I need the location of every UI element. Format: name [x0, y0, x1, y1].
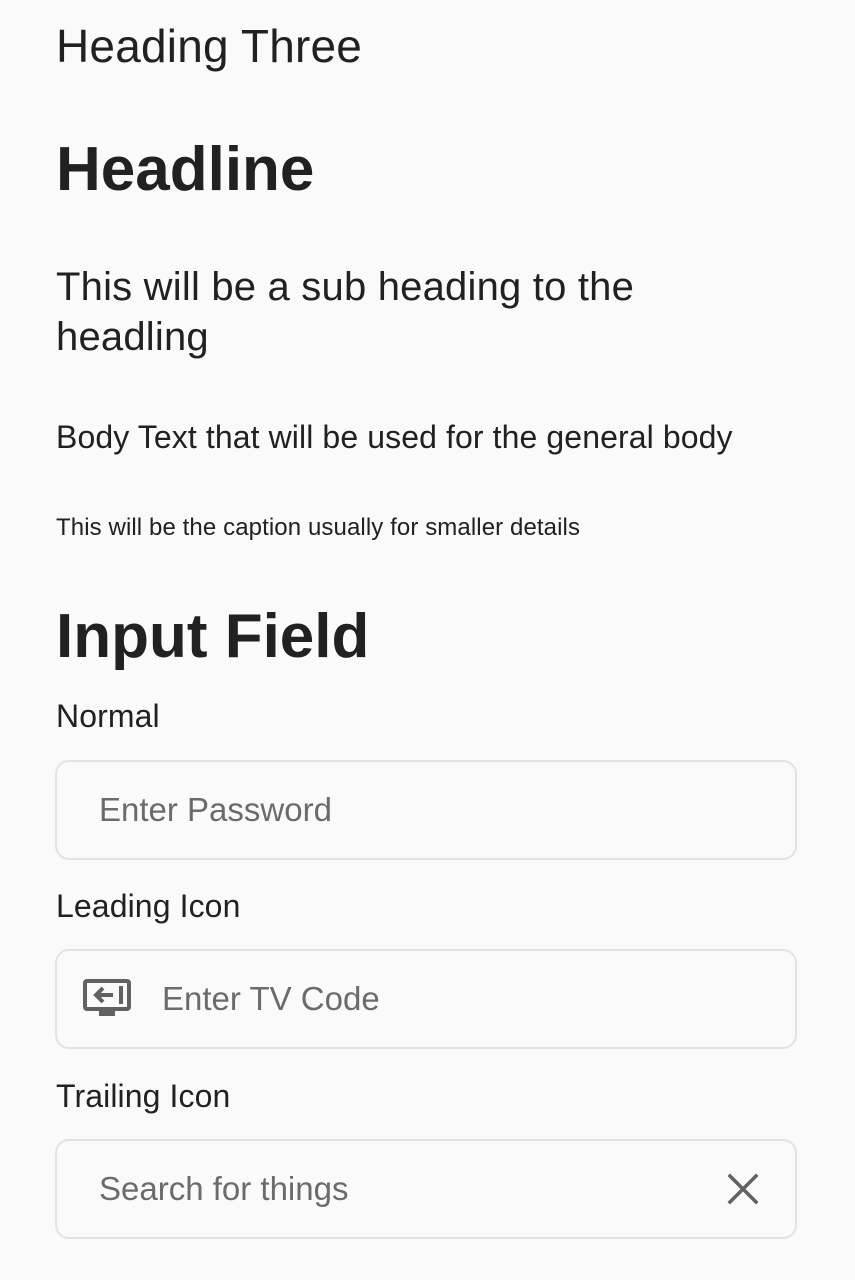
- password-field: [55, 760, 797, 860]
- caption-text: This will be the caption usually for sma…: [56, 514, 581, 541]
- close-icon[interactable]: [723, 1169, 763, 1209]
- trailing-icon-field-label: Trailing Icon: [56, 1078, 231, 1114]
- tv-code-field: [55, 949, 797, 1049]
- normal-field-label: Normal: [56, 698, 160, 734]
- tv-input-icon: [82, 977, 134, 1021]
- tv-code-input[interactable]: [162, 951, 795, 1047]
- search-input[interactable]: [99, 1141, 723, 1237]
- search-field: [55, 1139, 797, 1239]
- headline: Headline: [56, 135, 315, 204]
- leading-icon-field-label: Leading Icon: [56, 888, 241, 924]
- heading-three: Heading Three: [56, 20, 363, 72]
- body-text: Body Text that will be used for the gene…: [56, 419, 733, 455]
- subheading: This will be a sub heading to the headli…: [56, 265, 635, 359]
- input-field-section-title: Input Field: [56, 602, 370, 671]
- password-input[interactable]: [99, 762, 795, 858]
